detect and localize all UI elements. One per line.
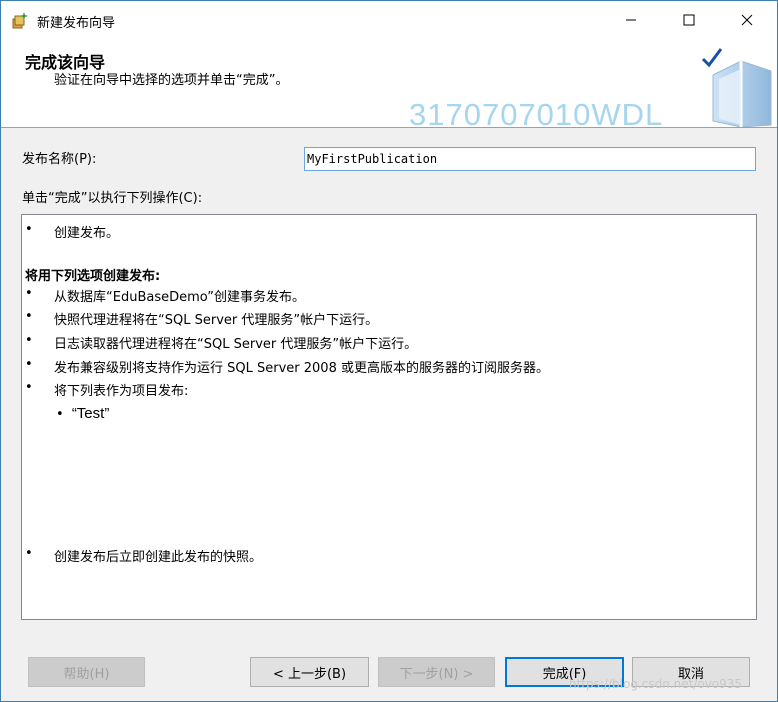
options-heading: 将用下列选项创建发布: — [25, 269, 161, 284]
maximize-icon — [683, 14, 695, 26]
option-text: 发布兼容级别将支持作为运行 SQL Server 2008 或更高版本的服务器的… — [54, 361, 549, 376]
next-button[interactable]: 下一步(N) > — [378, 657, 495, 687]
bullet-icon: • — [25, 286, 33, 301]
bullet-icon: • — [25, 222, 33, 237]
article-item: • “Test” — [56, 405, 109, 425]
publication-name-label: 发布名称(P): — [22, 152, 97, 167]
actions-label: 单击“完成”以执行下列操作(C): — [22, 191, 203, 206]
bullet-icon: • — [25, 546, 33, 561]
maximize-button[interactable] — [660, 1, 718, 39]
page-subtitle: 验证在向导中选择的选项并单击“完成”。 — [54, 73, 289, 88]
option-text: 日志读取器代理进程将在“SQL Server 代理服务”帐户下运行。 — [54, 337, 418, 352]
minimize-icon — [626, 19, 636, 21]
option-text: 从数据库“EduBaseDemo”创建事务发布。 — [54, 290, 305, 305]
wizard-app-icon — [12, 12, 28, 29]
help-button[interactable]: 帮助(H) — [28, 657, 145, 687]
title-bar: 新建发布向导 — [1, 1, 777, 39]
back-button[interactable]: < 上一步(B) — [250, 657, 369, 687]
header-watermark: 3170707010WDL — [409, 97, 664, 132]
close-icon — [741, 14, 753, 26]
bullet-icon: • — [25, 380, 33, 395]
option-text: 将下列表作为项目发布: — [54, 384, 189, 399]
publication-name-input[interactable]: MyFirstPublication — [304, 147, 756, 171]
bullet-icon: • — [25, 333, 33, 348]
bullet-icon: • — [25, 357, 33, 372]
window-title: 新建发布向导 — [37, 16, 116, 31]
wizard-book-icon — [701, 48, 772, 127]
article-name: “Test” — [71, 405, 110, 422]
wizard-window: 新建发布向导 完成该向导 验证在向导中选择的选项并单击“完成”。 3170707… — [0, 0, 778, 702]
footer-watermark: https://blog.csdn.net/ovo935 — [569, 677, 743, 691]
actions-summary-box[interactable]: • 创建发布。 将用下列选项创建发布: • 从数据库“EduBaseDemo”创… — [21, 214, 757, 620]
action-create-snapshot: 创建发布后立即创建此发布的快照。 — [54, 550, 263, 565]
action-create-publication: 创建发布。 — [54, 226, 120, 241]
close-button[interactable] — [718, 1, 776, 39]
bullet-icon: • — [56, 407, 64, 422]
option-text: 快照代理进程将在“SQL Server 代理服务”帐户下运行。 — [54, 313, 379, 328]
wizard-header: 完成该向导 验证在向导中选择的选项并单击“完成”。 3170707010WDL — [1, 39, 777, 132]
minimize-button[interactable] — [602, 1, 660, 39]
bullet-icon: • — [25, 309, 33, 324]
